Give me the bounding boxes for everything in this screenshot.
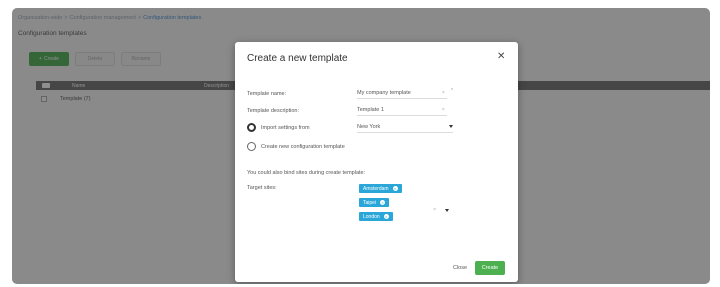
target-sites-label: Target sites: xyxy=(247,185,277,191)
template-name-label: Template name: xyxy=(247,91,287,97)
remove-tag-icon[interactable]: × xyxy=(380,200,386,205)
template-name-input[interactable]: My company template × xyxy=(357,89,447,99)
site-tag-label: Taipei xyxy=(363,199,377,206)
template-description-label: Template description: xyxy=(247,108,299,114)
clear-icon[interactable]: × xyxy=(442,89,445,98)
chevron-down-icon xyxy=(449,125,453,128)
remove-tag-icon[interactable]: × xyxy=(383,214,389,219)
import-source-value: New York xyxy=(357,124,381,130)
site-tag-label: London xyxy=(363,213,380,220)
clear-sites-icon[interactable]: × xyxy=(433,207,436,213)
create-button[interactable]: Create xyxy=(475,261,505,275)
template-description-value: Template 1 xyxy=(357,107,384,113)
remove-tag-icon[interactable]: × xyxy=(392,186,398,191)
clear-icon[interactable]: × xyxy=(442,106,445,115)
template-name-value: My company template xyxy=(357,90,411,96)
create-template-dialog: Create a new template ✕ Template name: M… xyxy=(235,42,518,282)
import-source-select[interactable]: New York xyxy=(357,123,453,133)
site-tag-label: Amsterdam xyxy=(363,185,389,192)
create-new-config-radio[interactable] xyxy=(247,142,256,151)
create-new-config-label: Create new configuration template xyxy=(261,144,345,150)
import-settings-radio[interactable] xyxy=(247,123,256,132)
chevron-down-icon[interactable] xyxy=(445,209,449,212)
site-tag-amsterdam: Amsterdam × xyxy=(359,184,402,193)
bind-sites-info: You could also bind sites during create … xyxy=(247,170,366,176)
close-button[interactable]: Close xyxy=(449,261,471,275)
dialog-title: Create a new template xyxy=(247,53,348,64)
site-tag-taipei: Taipei × xyxy=(359,198,390,207)
close-icon[interactable]: ✕ xyxy=(497,52,505,62)
required-marker: * xyxy=(451,88,453,94)
app-window: Organization-wide>Configuration manageme… xyxy=(12,8,710,284)
site-tag-london: London × xyxy=(359,212,393,221)
import-settings-label: Import settings from xyxy=(261,125,310,131)
template-description-input[interactable]: Template 1 × xyxy=(357,106,447,116)
